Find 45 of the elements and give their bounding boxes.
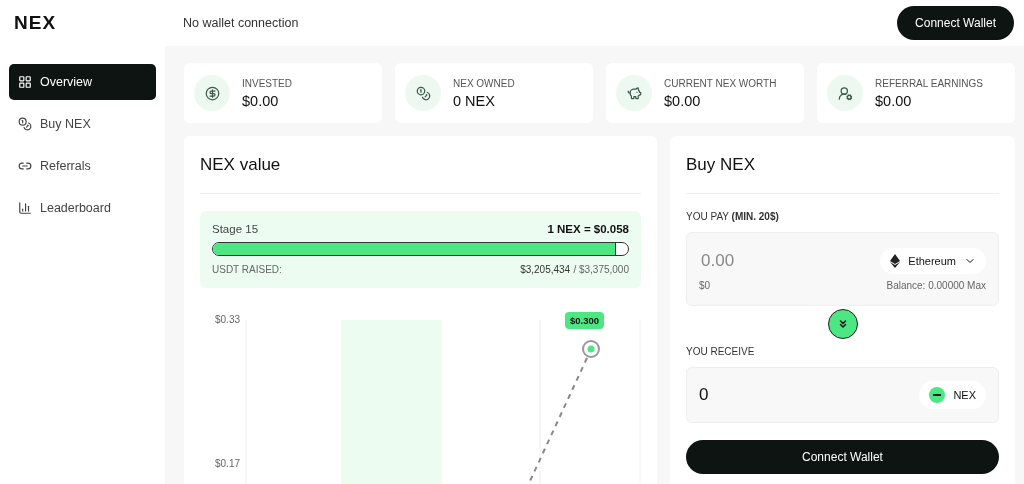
logo: NEX	[14, 12, 57, 33]
connect-wallet-button[interactable]: Connect Wallet	[686, 440, 999, 474]
sidebar-item[interactable]: Leaderboard	[9, 190, 156, 226]
stat-label: NEX OWNED	[453, 77, 515, 89]
sidebar-item[interactable]: Overview	[9, 64, 156, 100]
raised-amount: $3,205,434	[520, 264, 571, 275]
raised-label: USDT RAISED:	[212, 263, 282, 275]
y-axis-label: $0.17	[215, 458, 241, 469]
grid-icon	[18, 75, 32, 89]
pay-label: YOU PAY (MIN. 20$)	[686, 211, 780, 222]
panel-title: Buy NEX	[686, 136, 999, 194]
wallet-status: No wallet connection	[183, 16, 299, 30]
value-tooltip: $0.300	[565, 312, 605, 329]
token-chip: NEX	[919, 381, 986, 409]
stat-label: REFERRAL EARNINGS	[875, 77, 983, 89]
panel-title: NEX value	[200, 136, 641, 194]
piggy-bank-icon	[626, 85, 642, 101]
raised-target: / $3,375,000	[573, 264, 629, 275]
stat-value: 0 NEX	[453, 92, 496, 109]
ethereum-icon	[890, 253, 901, 268]
token-icon	[929, 387, 946, 403]
balance-text: Balance: 0.00000 Max	[886, 279, 986, 291]
price-label: 1 NEX = $0.058	[547, 223, 629, 235]
receive-value: 0	[699, 385, 709, 405]
stat-label: INVESTED	[242, 77, 292, 89]
y-axis-label: $0.33	[215, 314, 241, 325]
data-point	[582, 340, 600, 358]
sidebar-item[interactable]: Buy NEX	[9, 106, 156, 142]
sidebar-item[interactable]: Referrals	[9, 148, 156, 184]
stat-label: CURRENT NEX WORTH	[664, 77, 777, 89]
swap-button[interactable]	[827, 309, 858, 339]
pay-input[interactable]: 0.00	[699, 249, 853, 272]
stat-value: $0.00	[875, 92, 913, 109]
dollar-icon	[204, 85, 220, 101]
stage-label: Stage 15	[212, 223, 259, 235]
coin-icon	[415, 85, 431, 101]
link-icon	[18, 159, 32, 173]
stat-value: $0.00	[242, 92, 280, 109]
currency-select[interactable]: Ethereum	[880, 247, 986, 274]
connect-wallet-button[interactable]: Connect Wallet	[897, 6, 1014, 40]
stat-value: $0.00	[664, 92, 702, 109]
coin-icon	[18, 117, 32, 131]
receive-label: YOU RECEIVE	[686, 346, 756, 357]
pay-field[interactable]: 0.00 Ethereum $0 Balance: 0.00000 Max	[686, 232, 999, 306]
pay-usd: $0	[699, 279, 711, 291]
